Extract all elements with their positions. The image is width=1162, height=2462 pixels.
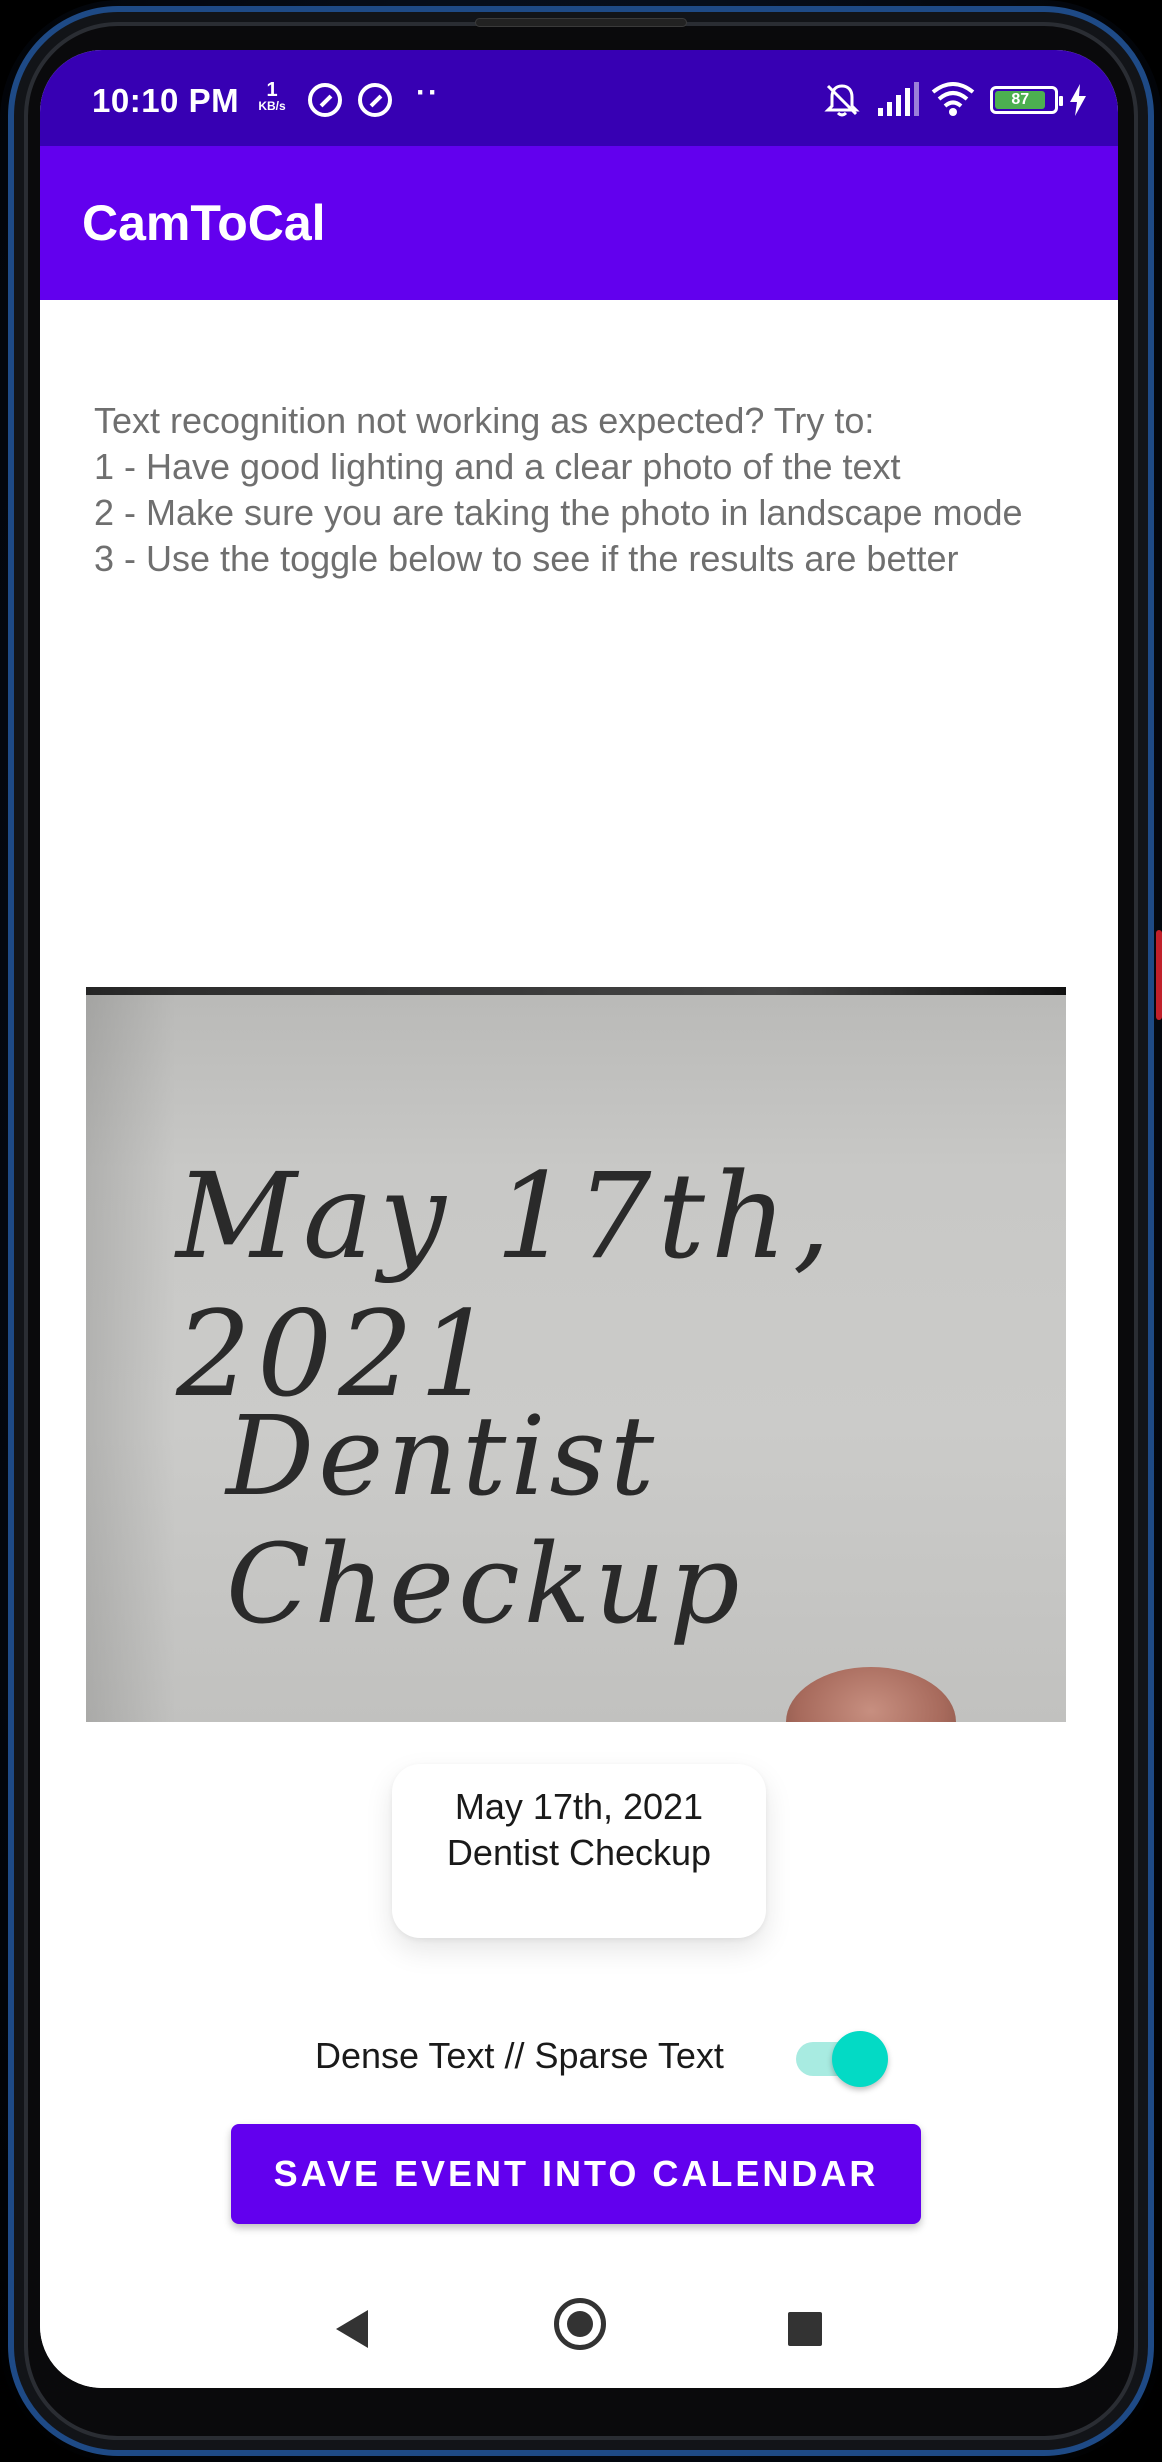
status-time: 10:10 PM xyxy=(92,82,240,119)
battery-icon: 87 xyxy=(990,86,1063,114)
recognized-event: Dentist Checkup xyxy=(446,1832,712,1873)
system-nav-bar xyxy=(40,2270,1118,2388)
network-speed-value: 1 xyxy=(266,79,278,101)
recent-apps-icon[interactable] xyxy=(788,2312,822,2346)
tip-item: 3 - Use the toggle below to see if the r… xyxy=(94,538,959,579)
more-notifications-icon: ·· xyxy=(416,76,440,109)
data-saver-icon xyxy=(308,83,342,117)
toggle-knob xyxy=(832,2031,888,2087)
tip-item: 2 - Make sure you are taking the photo i… xyxy=(94,492,1023,533)
photo-top-edge xyxy=(86,987,1066,995)
text-mode-label: Dense Text // Sparse Text xyxy=(315,2035,724,2076)
phone-frame: 10:10 PM 1 KB/s ·· 87 CamToCal Text reco… xyxy=(0,0,1162,2462)
earpiece-speaker xyxy=(475,18,687,27)
home-icon[interactable] xyxy=(554,2298,606,2350)
status-bar: 10:10 PM 1 KB/s ·· 87 xyxy=(40,50,1118,146)
finger-thumb xyxy=(786,1667,956,1722)
network-speed: 1 KB/s xyxy=(254,80,290,112)
save-event-button[interactable]: SAVE EVENT INTO CALENDAR xyxy=(231,2124,921,2224)
mute-notifications-icon xyxy=(824,84,860,117)
photo-shadow xyxy=(86,987,176,1722)
charging-bolt-icon xyxy=(1070,84,1086,116)
signal-icon xyxy=(878,82,919,116)
recognized-text-card: May 17th, 2021 Dentist Checkup xyxy=(392,1764,766,1938)
text-mode-toggle[interactable] xyxy=(796,2028,888,2090)
captured-photo: May 17th, 2021 Dentist Checkup xyxy=(86,987,1066,1722)
data-saver-icon xyxy=(358,83,392,117)
tip-item: 1 - Have good lighting and a clear photo… xyxy=(94,446,901,487)
power-button xyxy=(1156,930,1162,1020)
app-title: CamToCal xyxy=(82,195,326,251)
app-bar: CamToCal xyxy=(40,146,1118,300)
handwritten-date: May 17th, 2021 xyxy=(176,1147,837,1423)
tips-heading: Text recognition not working as expected… xyxy=(94,400,875,441)
back-icon[interactable] xyxy=(336,2310,368,2348)
handwritten-event: Dentist Checkup xyxy=(226,1392,744,1648)
screen: 10:10 PM 1 KB/s ·· 87 CamToCal Text reco… xyxy=(40,50,1118,2388)
wifi-icon xyxy=(931,82,975,116)
recognized-date: May 17th, 2021 xyxy=(454,1786,704,1827)
tips-text: Text recognition not working as expected… xyxy=(94,398,1074,582)
battery-level: 87 xyxy=(995,91,1046,109)
network-speed-unit: KB/s xyxy=(258,99,286,113)
